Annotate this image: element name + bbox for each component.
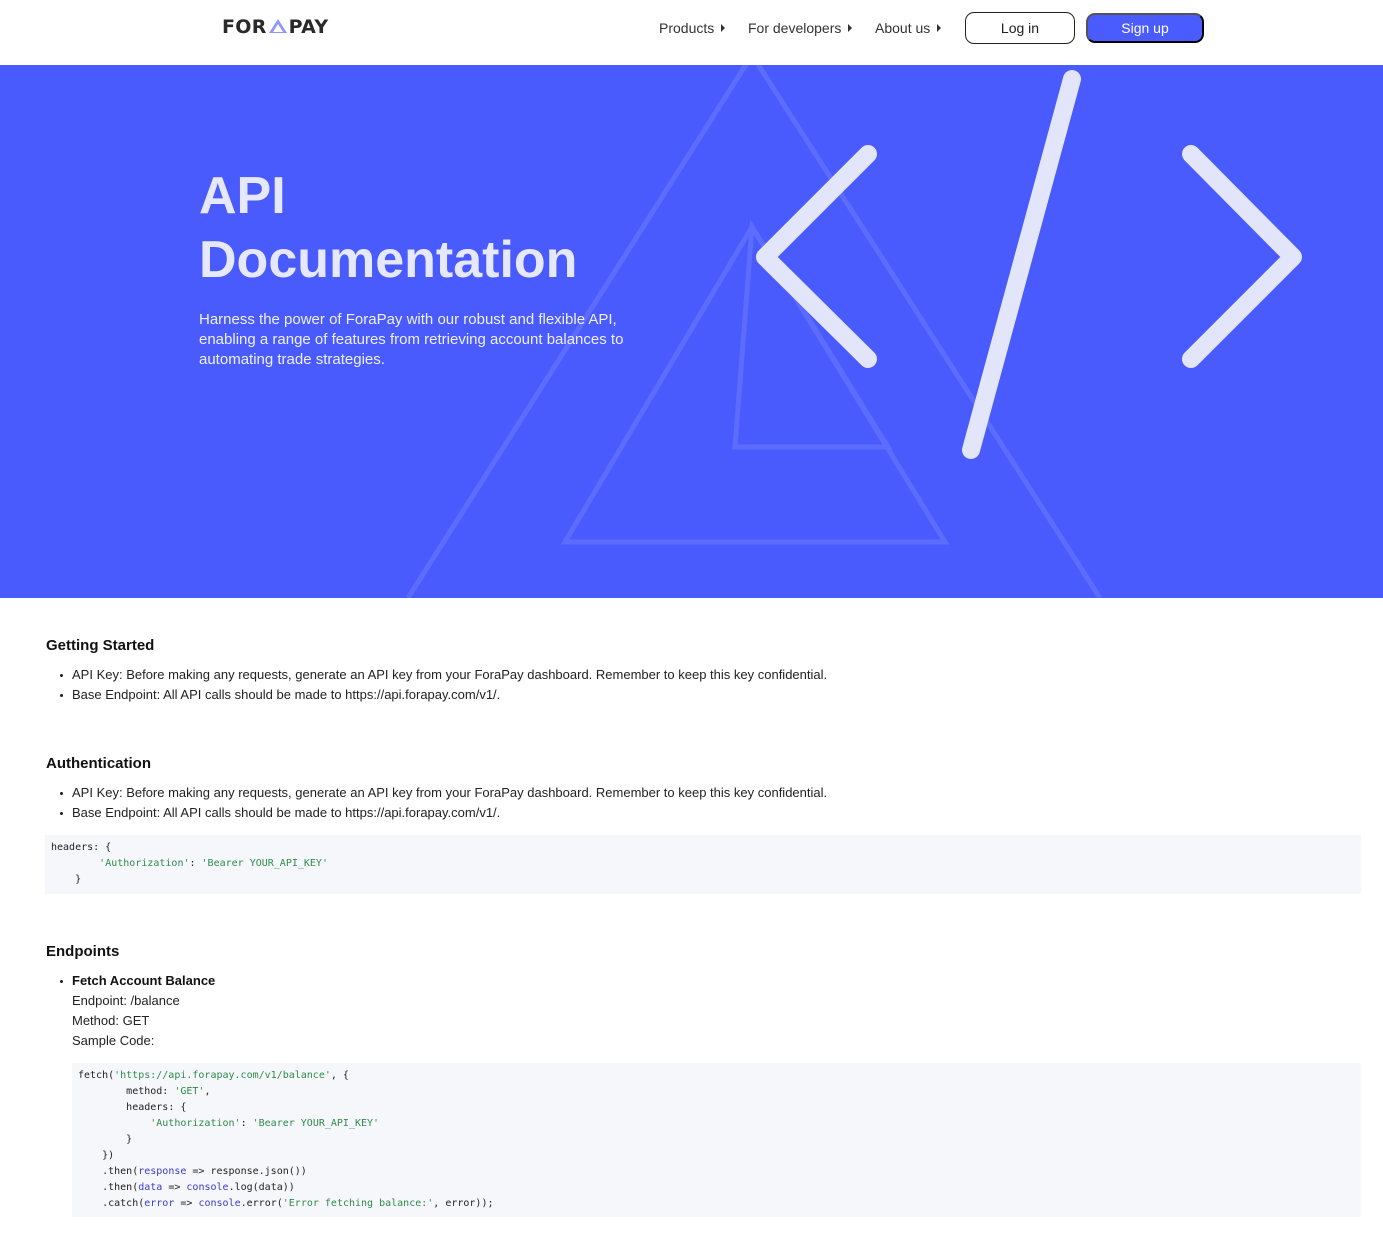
logo-text-right: PAY [288, 16, 329, 38]
code-line: fetch('https://api.forapay.com/v1/balanc… [78, 1070, 349, 1081]
code-line: .then(data => console.log(data)) [102, 1182, 295, 1193]
list-item: Base Endpoint: All API calls should be m… [59, 685, 827, 705]
signup-button[interactable]: Sign up [1086, 13, 1204, 43]
endpoints-list: Fetch Account Balance Endpoint: /balance… [59, 971, 216, 1051]
top-navbar: FOR PAY Products For developers About us… [171, 0, 1237, 65]
list-item-fetch-balance: Fetch Account Balance Endpoint: /balance… [59, 971, 216, 1051]
code-line: } [75, 874, 82, 885]
endpoint-sample-label: Sample Code: [72, 1033, 155, 1048]
code-line: headers: { [126, 1102, 187, 1113]
code-line: headers: { [51, 842, 112, 853]
caret-right-icon [848, 24, 853, 32]
code-brackets-icon [756, 70, 1302, 459]
authentication-heading: Authentication [46, 755, 151, 772]
balance-code-block[interactable]: fetch('https://api.forapay.com/v1/balanc… [72, 1063, 1361, 1217]
nav-products-label: Products [659, 20, 715, 36]
list-item: API Key: Before making any requests, gen… [59, 665, 827, 685]
logo-triangle-icon [268, 19, 287, 33]
hero-description: Harness the power of ForaPay with our ro… [199, 311, 624, 368]
code-line: .then(response => response.json()) [102, 1166, 307, 1177]
list-item: Base Endpoint: All API calls should be m… [59, 803, 827, 823]
code-line: method: 'GET', [126, 1086, 211, 1097]
page-title-line1: API [199, 167, 286, 225]
list-item: API Key: Before making any requests, gen… [59, 783, 827, 803]
code-line: 'Authorization': 'Bearer YOUR_API_KEY' [150, 1118, 380, 1129]
authentication-list: API Key: Before making any requests, gen… [59, 783, 827, 823]
endpoint-name: Fetch Account Balance [72, 973, 216, 988]
caret-right-icon [721, 24, 726, 32]
endpoints-heading: Endpoints [46, 943, 120, 960]
code-line: } [126, 1134, 133, 1145]
nav-about-us-label: About us [875, 20, 931, 36]
nav-about-us[interactable]: About us [875, 18, 942, 38]
getting-started-heading: Getting Started [46, 637, 155, 654]
login-button[interactable]: Log in [965, 12, 1075, 44]
hero-banner: API Documentation Harness the power of F… [0, 65, 1383, 598]
caret-right-icon [937, 24, 942, 32]
page-title: API Documentation [199, 164, 649, 292]
logo-text-left: FOR [222, 16, 267, 38]
nav-for-developers[interactable]: For developers [748, 18, 853, 38]
endpoint-method: Method: GET [72, 1013, 150, 1028]
nav-products[interactable]: Products [659, 18, 726, 38]
code-line: 'Authorization': 'Bearer YOUR_API_KEY' [99, 858, 328, 869]
forapay-logo[interactable]: FOR PAY [222, 15, 328, 39]
page-title-line2: Documentation [199, 231, 578, 289]
endpoint-path: Endpoint: /balance [72, 993, 180, 1008]
getting-started-list: API Key: Before making any requests, gen… [59, 665, 827, 705]
auth-code-block[interactable]: headers: { 'Authorization': 'Bearer YOUR… [45, 835, 1361, 894]
nav-for-developers-label: For developers [748, 20, 842, 36]
code-line: }) [102, 1150, 115, 1161]
code-line: .catch(error => console.error('Error fet… [102, 1198, 494, 1209]
